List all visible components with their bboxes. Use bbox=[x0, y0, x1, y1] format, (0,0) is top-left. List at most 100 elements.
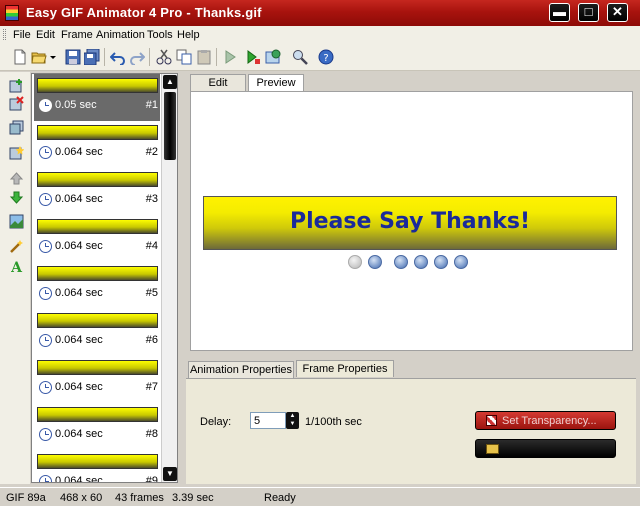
frames-list[interactable]: 0.05 sec #1 0.064 sec #2 0.064 sec #3 0.… bbox=[31, 73, 178, 483]
last-frame-icon[interactable] bbox=[454, 255, 468, 269]
preview-icon[interactable] bbox=[245, 49, 261, 65]
cut-icon[interactable] bbox=[156, 49, 172, 65]
frame-number: #6 bbox=[145, 334, 158, 346]
copy-icon[interactable] bbox=[176, 49, 192, 65]
frame-delay: 0.064 sec bbox=[55, 193, 103, 205]
status-duration: 3.39 sec bbox=[172, 492, 214, 504]
status-size: 468 x 60 bbox=[60, 492, 103, 504]
menu-file[interactable]: File bbox=[13, 29, 31, 41]
app-icon[interactable] bbox=[5, 5, 19, 21]
frame-number: #9 bbox=[145, 475, 158, 483]
zoom-icon[interactable] bbox=[292, 49, 308, 65]
clock-icon bbox=[39, 146, 52, 159]
frame-item[interactable]: 0.05 sec #1 bbox=[34, 74, 160, 121]
redo-icon[interactable] bbox=[129, 49, 145, 65]
text-icon[interactable]: A bbox=[9, 259, 24, 274]
paste-icon[interactable] bbox=[196, 49, 212, 65]
frame-item[interactable]: 0.064 sec #5 bbox=[34, 262, 160, 309]
frame-thumbnail bbox=[37, 219, 158, 234]
title-bar: Easy GIF Animator 4 Pro - Thanks.gif ▬ □… bbox=[0, 0, 640, 26]
delay-spinner[interactable]: ▲ ▼ bbox=[286, 412, 299, 429]
delay-unit: 1/100th sec bbox=[305, 416, 362, 428]
prev-frame-icon[interactable] bbox=[414, 255, 428, 269]
menu-help[interactable]: Help bbox=[177, 29, 200, 41]
frame-item[interactable]: 0.064 sec #9 bbox=[34, 450, 160, 483]
frame-thumbnail bbox=[37, 407, 158, 422]
clock-icon bbox=[39, 428, 52, 441]
tab-edit[interactable]: Edit bbox=[190, 74, 246, 91]
save-icon[interactable] bbox=[65, 49, 81, 65]
clock-icon bbox=[39, 334, 52, 347]
frame-item[interactable]: 0.064 sec #2 bbox=[34, 121, 160, 168]
preview-banner: Please Say Thanks! bbox=[203, 196, 617, 250]
frame-toolbar: A bbox=[0, 72, 30, 484]
close-button[interactable]: ✕ bbox=[607, 3, 628, 22]
toolbar-separator bbox=[104, 48, 105, 66]
frame-number: #7 bbox=[145, 381, 158, 393]
frame-item[interactable]: 0.064 sec #4 bbox=[34, 215, 160, 262]
menu-frame[interactable]: Frame bbox=[61, 29, 93, 41]
frames-scrollbar[interactable]: ▲ ▼ bbox=[161, 74, 177, 482]
open-icon[interactable] bbox=[31, 49, 47, 65]
set-transparency-button[interactable]: Set Transparency... bbox=[475, 411, 616, 430]
frame-delay: 0.064 sec bbox=[55, 287, 103, 299]
first-frame-icon[interactable] bbox=[394, 255, 408, 269]
frame-item[interactable]: 0.064 sec #3 bbox=[34, 168, 160, 215]
play-icon[interactable] bbox=[368, 255, 382, 269]
move-up-icon[interactable] bbox=[9, 171, 24, 186]
frame-number: #8 bbox=[145, 428, 158, 440]
frame-thumbnail bbox=[37, 454, 158, 469]
scroll-thumb[interactable] bbox=[164, 92, 176, 160]
duplicate-frame-icon[interactable] bbox=[9, 120, 24, 135]
save-all-icon[interactable] bbox=[84, 49, 100, 65]
status-bar: GIF 89a 468 x 60 43 frames 3.39 sec Read… bbox=[0, 487, 640, 506]
delay-input[interactable] bbox=[250, 412, 286, 429]
menu-grip[interactable] bbox=[3, 29, 6, 40]
wand-icon[interactable] bbox=[9, 239, 24, 254]
tab-animation-properties[interactable]: Animation Properties bbox=[188, 361, 294, 378]
tab-preview[interactable]: Preview bbox=[248, 74, 304, 91]
minimize-button[interactable]: ▬ bbox=[549, 3, 570, 22]
folder-button[interactable] bbox=[475, 439, 616, 458]
frame-delay: 0.05 sec bbox=[55, 99, 97, 111]
frame-item[interactable]: 0.064 sec #7 bbox=[34, 356, 160, 403]
next-frame-icon[interactable] bbox=[434, 255, 448, 269]
preview-canvas[interactable]: Please Say Thanks! bbox=[190, 91, 633, 351]
properties-panel: Animation Properties Frame Properties De… bbox=[186, 360, 636, 484]
add-frame-icon[interactable] bbox=[9, 78, 24, 93]
scroll-down-button[interactable]: ▼ bbox=[163, 467, 177, 481]
frame-number: #2 bbox=[145, 146, 158, 158]
menu-animation[interactable]: Animation bbox=[96, 29, 145, 41]
status-format: GIF 89a bbox=[6, 492, 46, 504]
help-icon[interactable]: ? bbox=[318, 49, 334, 65]
frame-item[interactable]: 0.064 sec #8 bbox=[34, 403, 160, 450]
clock-icon bbox=[39, 240, 52, 253]
stop-icon[interactable] bbox=[348, 255, 362, 269]
insert-frame-icon[interactable] bbox=[9, 145, 24, 160]
main-toolbar: ? bbox=[0, 43, 640, 71]
frame-item[interactable]: 0.064 sec #6 bbox=[34, 309, 160, 356]
tab-frame-properties[interactable]: Frame Properties bbox=[296, 360, 394, 377]
play-icon[interactable] bbox=[222, 49, 238, 65]
dropdown-arrow-icon[interactable] bbox=[49, 49, 57, 65]
web-icon[interactable] bbox=[265, 49, 281, 65]
frame-delay: 0.064 sec bbox=[55, 146, 103, 158]
editor-panel: Edit Preview Please Say Thanks! bbox=[186, 74, 636, 354]
svg-text:A: A bbox=[10, 260, 23, 274]
new-icon[interactable] bbox=[12, 49, 28, 65]
frame-delay: 0.064 sec bbox=[55, 428, 103, 440]
menu-tools[interactable]: Tools bbox=[147, 29, 173, 41]
scroll-up-button[interactable]: ▲ bbox=[163, 75, 177, 89]
folder-icon bbox=[486, 444, 499, 454]
frame-thumbnail bbox=[37, 266, 158, 281]
menu-edit[interactable]: Edit bbox=[36, 29, 55, 41]
move-down-icon[interactable] bbox=[9, 190, 24, 205]
toolbar-separator bbox=[149, 48, 150, 66]
undo-icon[interactable] bbox=[110, 49, 126, 65]
frame-number: #1 bbox=[145, 99, 158, 111]
edit-image-icon[interactable] bbox=[9, 214, 24, 229]
maximize-button[interactable]: □ bbox=[578, 3, 599, 22]
frame-thumbnail bbox=[37, 360, 158, 375]
frame-thumbnail bbox=[37, 313, 158, 328]
delete-frame-icon[interactable] bbox=[9, 96, 24, 111]
